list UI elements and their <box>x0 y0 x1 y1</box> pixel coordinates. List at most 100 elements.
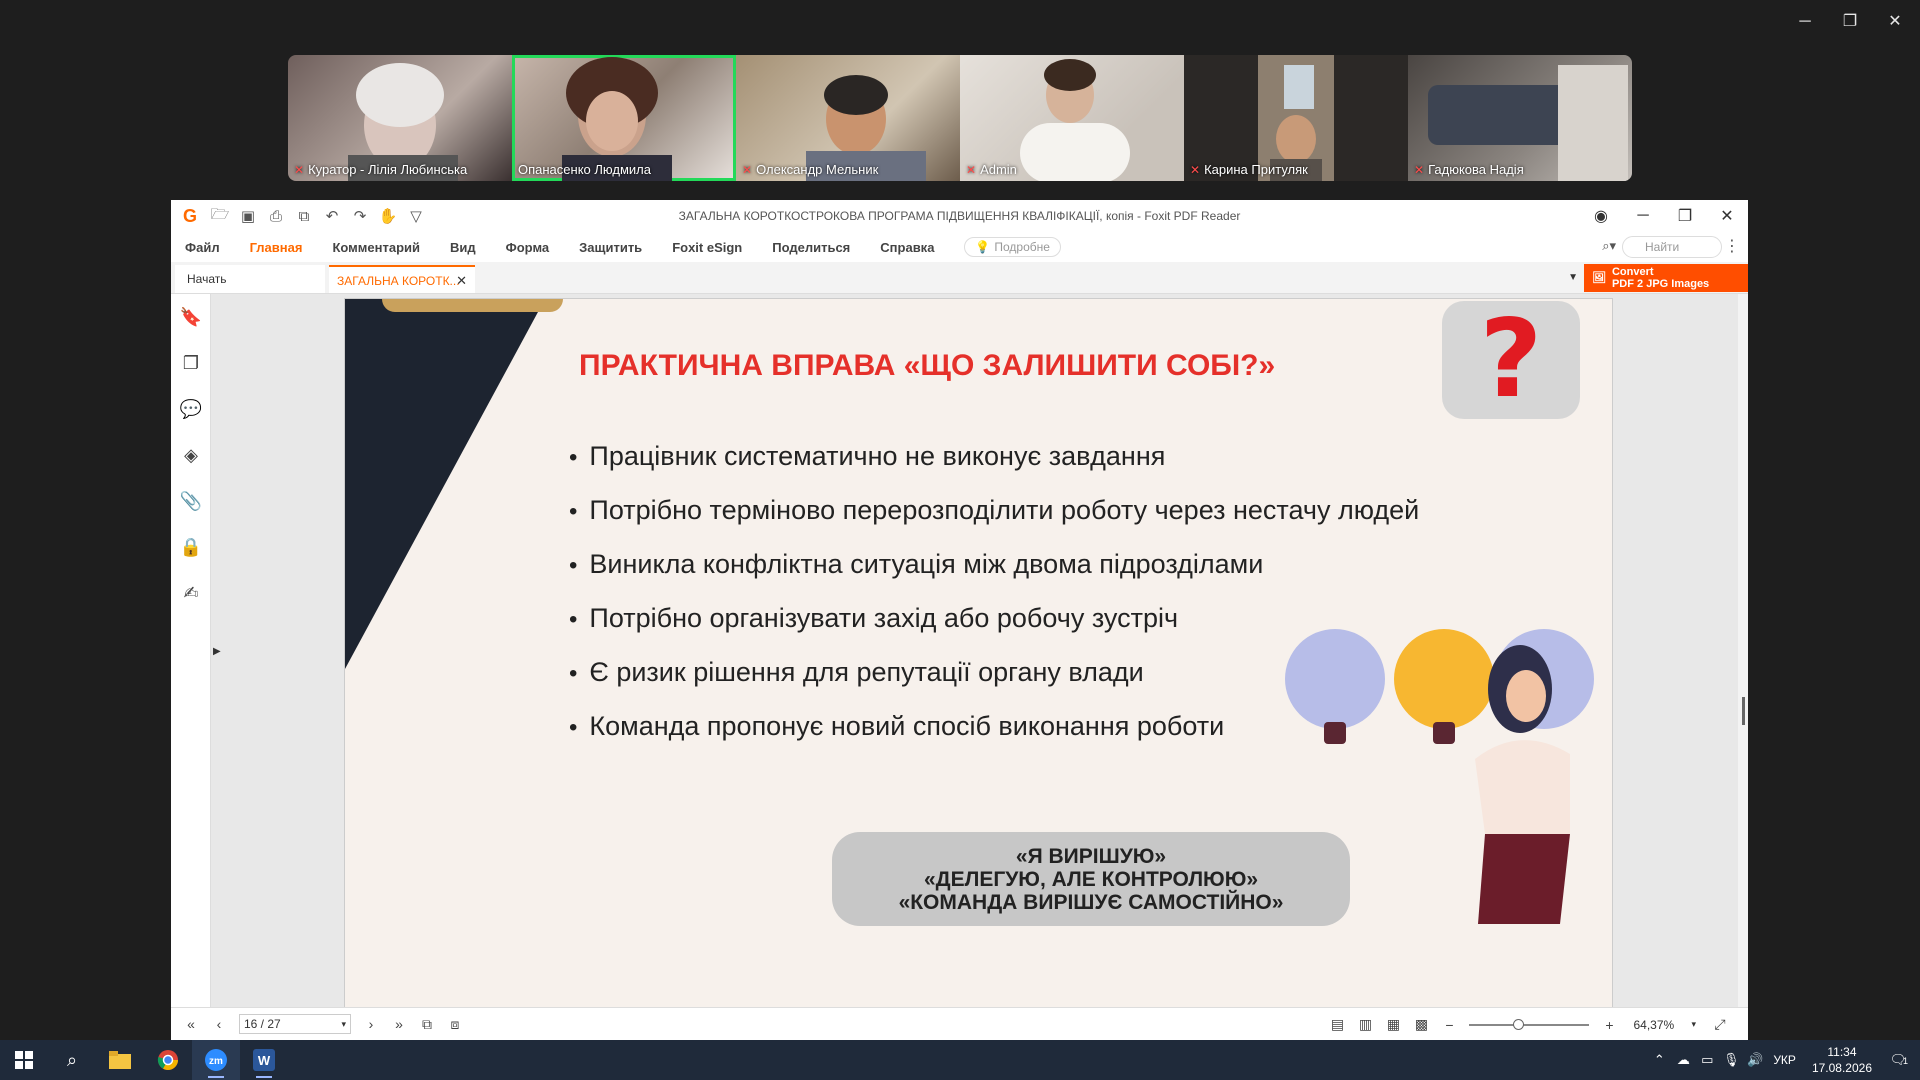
zoom-icon: zm <box>205 1049 227 1071</box>
zoom-restore-button[interactable]: ❐ <box>1830 10 1870 34</box>
chevron-up-icon[interactable]: ⌃ <box>1647 1052 1671 1068</box>
menu-form[interactable]: Форма <box>506 240 549 255</box>
zoom-close-button[interactable]: ✕ <box>1875 10 1915 34</box>
system-tray: ⌃ ☁ ▭ 🎙 🔊 УКР 11:34 17.08.2026 🗨 1 <box>1647 1040 1920 1080</box>
tab-document[interactable]: ЗАГАЛЬНА КОРОТК... ✕ <box>329 265 475 293</box>
menu-comment[interactable]: Комментарий <box>332 240 420 255</box>
zoom-minimize-button[interactable]: ─ <box>1785 10 1825 34</box>
word-app-button[interactable]: W <box>240 1040 288 1080</box>
two-page-icon[interactable]: ⧈ <box>441 1016 469 1033</box>
continuous-facing-view-icon[interactable]: ▩ <box>1407 1016 1435 1033</box>
svg-text:zm: zm <box>209 1056 223 1067</box>
clock[interactable]: 11:34 17.08.2026 <box>1812 1044 1872 1076</box>
more-options-icon[interactable]: ⋮ <box>1724 236 1740 256</box>
last-page-icon[interactable]: » <box>385 1016 413 1032</box>
facing-view-icon[interactable]: ▦ <box>1379 1016 1407 1033</box>
start-button[interactable] <box>0 1040 48 1080</box>
single-page-view-icon[interactable]: ▤ <box>1323 1016 1351 1033</box>
zoom-level-select[interactable]: 64,37% <box>1629 1015 1691 1035</box>
menu-esign[interactable]: Foxit eSign <box>672 240 742 255</box>
zoom-app-button[interactable]: zm <box>192 1040 240 1080</box>
cloud-icon[interactable]: ☁ <box>1671 1052 1695 1068</box>
print-icon[interactable]: ⎙ <box>263 203 289 229</box>
restore-button[interactable]: ❐ <box>1664 206 1706 226</box>
slide-title: ПРАКТИЧНА ВПРАВА «ЩО ЗАЛИШИТИ СОБІ?» <box>579 349 1276 382</box>
attachment-icon[interactable]: 📎 <box>171 478 211 524</box>
zoom-slider-knob[interactable] <box>1513 1018 1525 1030</box>
find-input[interactable]: Найти <box>1622 236 1722 258</box>
participant-name: Олександр Мельник <box>756 162 879 177</box>
participant-tile[interactable]: ✕ Карина Притуляк <box>1184 55 1408 181</box>
language-indicator[interactable]: УКР <box>1773 1053 1796 1067</box>
tabs-dropdown-icon[interactable]: ▼ <box>1568 272 1578 283</box>
zoom-dropdown-icon[interactable]: ▾ <box>1691 1019 1696 1030</box>
convert-pdf-button[interactable]: 🖼 Convert PDF 2 JPG Images <box>1584 264 1748 292</box>
search-button[interactable]: ⌕ <box>48 1040 96 1080</box>
notification-icon[interactable]: 🗨 1 <box>1886 1052 1910 1068</box>
zoom-in-icon[interactable]: + <box>1595 1017 1623 1033</box>
list-item: Потрібно терміново перерозподілити робот… <box>569 483 1419 537</box>
next-page-icon[interactable]: › <box>357 1016 385 1032</box>
menu-share[interactable]: Поделиться <box>772 240 850 255</box>
account-icon[interactable]: ◉ <box>1580 206 1622 226</box>
lock-icon[interactable]: 🔒 <box>171 524 211 570</box>
customize-toolbar-icon[interactable]: ▽ <box>403 203 429 229</box>
minimize-button[interactable]: ─ <box>1622 207 1664 225</box>
create-pdf-icon[interactable]: ⧉ <box>291 203 317 229</box>
participant-name: Куратор - Лілія Любинська <box>308 162 468 177</box>
question-mark-icon: ? <box>1479 298 1543 422</box>
open-folder-icon[interactable]: 🗁 <box>207 203 233 229</box>
zoom-out-icon[interactable]: − <box>1435 1017 1463 1033</box>
volume-icon[interactable]: 🔊 <box>1743 1052 1767 1068</box>
ribbon-menu: Файл Главная Комментарий Вид Форма Защит… <box>171 232 1748 262</box>
comments-icon[interactable]: 💬 <box>171 386 211 432</box>
expand-panel-icon[interactable]: ▶ <box>213 646 221 657</box>
folder-icon <box>109 1051 131 1069</box>
layers-icon[interactable]: ◈ <box>171 432 211 478</box>
decision-options-pill: «Я ВИРІШУЮ» «ДЕЛЕГУЮ, АЛЕ КОНТРОЛЮЮ» «КО… <box>832 832 1350 926</box>
tab-start[interactable]: Начать <box>175 265 325 293</box>
file-explorer-button[interactable] <box>96 1040 144 1080</box>
menu-protect[interactable]: Защитить <box>579 240 642 255</box>
scroll-thumb[interactable] <box>1742 697 1745 725</box>
first-page-icon[interactable]: « <box>177 1016 205 1032</box>
close-tab-icon[interactable]: ✕ <box>456 267 467 295</box>
pages-icon[interactable]: ❐ <box>171 340 211 386</box>
signature-icon[interactable]: ✍ <box>171 570 211 616</box>
save-icon[interactable]: ▣ <box>235 203 261 229</box>
mic-off-icon: ✕ <box>1414 162 1425 177</box>
participant-name: Admin <box>980 162 1017 177</box>
participant-tile[interactable]: ✕ Куратор - Лілія Любинська <box>288 55 512 181</box>
participant-tile[interactable]: ✕ Олександр Мельник <box>736 55 960 181</box>
menu-home[interactable]: Главная <box>250 240 303 255</box>
mic-off-icon: ✕ <box>742 162 753 177</box>
page-number-input[interactable]: 16 / 27 <box>239 1014 351 1034</box>
continuous-view-icon[interactable]: ▥ <box>1351 1016 1379 1033</box>
participant-tile-active[interactable]: Опанасенко Людмила <box>512 55 736 181</box>
fullscreen-icon[interactable]: ⤢ <box>1706 1016 1734 1033</box>
microphone-icon[interactable]: 🎙 <box>1719 1052 1743 1068</box>
menu-file[interactable]: Файл <box>185 240 220 255</box>
copy-page-icon[interactable]: ⧉ <box>413 1016 441 1033</box>
undo-icon[interactable]: ↶ <box>319 203 345 229</box>
menu-view[interactable]: Вид <box>450 240 476 255</box>
tell-me-search[interactable]: 💡 Подробне <box>964 237 1061 257</box>
bookmark-icon[interactable]: 🔖 <box>171 294 211 340</box>
menu-help[interactable]: Справка <box>880 240 934 255</box>
close-button[interactable]: ✕ <box>1706 206 1748 226</box>
title-bar: G 🗁 ▣ ⎙ ⧉ ↶ ↷ ✋ ▽ ЗАГАЛЬНА КОРОТКОСТРОКО… <box>171 200 1748 232</box>
search-options-icon[interactable]: ⌕▾ <box>1602 238 1616 254</box>
redo-icon[interactable]: ↷ <box>347 203 373 229</box>
participant-tile[interactable]: ✕ Admin <box>960 55 1184 181</box>
participant-tile[interactable]: ✕ Гадюкова Надія <box>1408 55 1632 181</box>
network-icon[interactable]: ▭ <box>1695 1052 1719 1068</box>
vertical-scrollbar[interactable] <box>1738 294 1748 1007</box>
previous-page-icon[interactable]: ‹ <box>205 1016 233 1032</box>
chrome-button[interactable] <box>144 1040 192 1080</box>
image-icon: 🖼 <box>1592 272 1606 284</box>
list-item: Виникла конфліктна ситуація між двома пі… <box>569 537 1419 591</box>
list-item: Працівник систематично не виконує завдан… <box>569 429 1419 483</box>
zoom-slider[interactable] <box>1469 1018 1590 1030</box>
svg-text:W: W <box>258 1053 271 1068</box>
hand-tool-icon[interactable]: ✋ <box>375 203 401 229</box>
